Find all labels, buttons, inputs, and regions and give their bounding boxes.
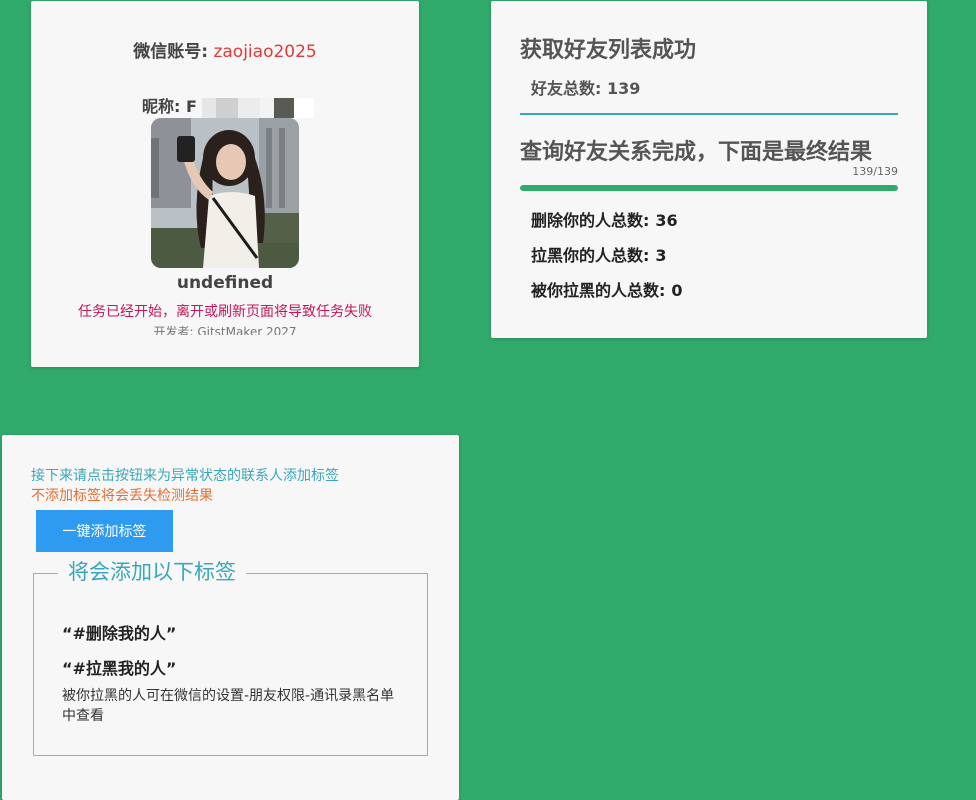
nickname-redaction [202,97,217,118]
add-tags-button[interactable]: 一键添加标签 [36,510,173,552]
tag-warning: 不添加标签将会丢失检测结果 [31,488,213,504]
stat-label: 被你拉黑的人总数: [531,281,666,300]
avatar [151,118,299,268]
nickname-text: undefined [176,273,274,293]
account-label: 微信账号: [133,42,209,62]
nickname-redaction [274,97,295,118]
nickname-row: 昵称: F [142,93,315,118]
nickname-redaction [294,97,315,118]
stat-value: 3 [655,246,667,265]
tag-deleted-me: “#删除我的人” [62,624,177,643]
account-row: 微信账号: zaojiao2025 [31,37,419,62]
progress-bar [520,185,898,191]
nickname-redaction [238,97,261,118]
blacklist-note: 被你拉黑的人可在微信的设置-朋友权限-通讯录黑名单中查看 [62,688,395,724]
account-value: zaojiao2025 [213,42,317,62]
query-title: 查询好友关系完成，下面是最终结果 [520,140,873,165]
tag-preview-box: 将会添加以下标签 “#删除我的人” “#拉黑我的人” 被你拉黑的人可在微信的设置… [33,556,428,756]
nickname-label: 昵称: F [142,97,197,116]
stat-blocked-by-you: 被你拉黑的人总数: 0 [531,277,683,301]
friend-total-label: 好友总数: [531,79,602,98]
tag-blocked-me: “#拉黑我的人” [62,659,177,678]
friend-total: 好友总数: 139 [531,75,640,99]
friend-total-value: 139 [606,79,641,98]
task-warning: 任务已经开始，离开或刷新页面将导致任务失败 [78,304,372,320]
avatar-photo [151,118,299,268]
fetch-title: 获取好友列表成功 [520,38,697,63]
stat-value: 0 [671,281,683,300]
progress-text: 139/139 [852,165,898,178]
result-card: 获取好友列表成功 好友总数: 139 查询好友关系完成，下面是最终结果 139/… [491,1,927,338]
nickname-redaction [260,97,275,118]
divider [520,113,898,115]
stat-label: 删除你的人总数: [531,211,650,230]
nickname-redaction [216,97,239,118]
author-line: 开发者: GitstMaker 2027 [153,325,297,335]
tag-card: 接下来请点击按钮来为异常状态的联系人添加标签 不添加标签将会丢失检测结果 一键添… [2,435,459,800]
profile-card: 微信账号: zaojiao2025 昵称: F undefined 任务已经开始… [31,1,419,367]
tag-hint: 接下来请点击按钮来为异常状态的联系人添加标签 [31,468,339,484]
progress-fill [520,185,898,191]
stat-label: 拉黑你的人总数: [531,246,650,265]
tag-box-title: 将会添加以下标签 [58,556,246,586]
stat-value: 36 [655,211,678,230]
stat-blocked-you: 拉黑你的人总数: 3 [531,242,667,266]
stat-deleted-you: 删除你的人总数: 36 [531,207,678,231]
